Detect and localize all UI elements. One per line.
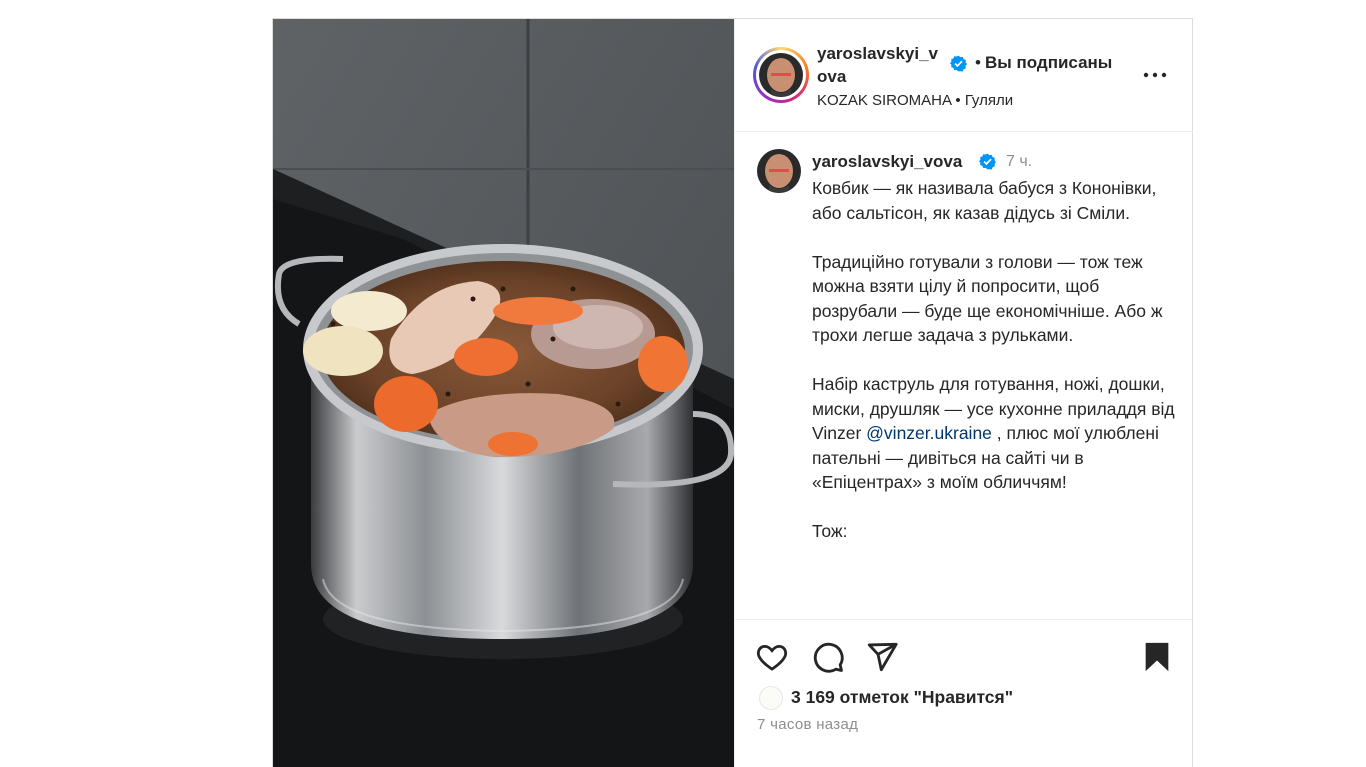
header-avatar [759,53,803,97]
following-status[interactable]: • Вы подписаны [975,53,1112,73]
audio-subtitle[interactable]: KOZAK SIROMAHA • Гуляли [817,92,1013,109]
post-sidebar: yaroslavskyi_vova • Вы подписаны KOZAK SI… [734,19,1194,767]
caption-text: Ковбик — як називала бабуся з Кононівки,… [812,176,1182,568]
caption-paragraph: Тож: [812,521,848,541]
instagram-post: yaroslavskyi_vova • Вы подписаны KOZAK SI… [272,18,1194,767]
liker-avatar [759,686,783,710]
separator-dot: • [975,53,981,72]
verified-badge-icon [979,153,996,170]
profile-photo-icon [759,53,803,97]
verified-badge-icon [950,55,967,72]
header-username[interactable]: yaroslavskyi_vova [817,42,947,88]
caption-section: yaroslavskyi_vova 7 ч. Ковбик — як назив… [735,132,1194,619]
story-ring[interactable] [753,47,809,103]
more-options-icon[interactable] [1143,71,1167,79]
likes-count[interactable]: 3 169 отметок "Нравится" [791,687,1013,708]
bookmark-icon[interactable] [1140,640,1174,674]
paper-plane-icon[interactable] [865,640,899,674]
following-label: Вы подписаны [984,53,1113,72]
action-bar: 3 169 отметок "Нравится" 7 часов назад [735,619,1194,767]
mention-link[interactable]: @vinzer.ukraine [866,423,992,443]
post-header: yaroslavskyi_vova • Вы подписаны KOZAK SI… [735,19,1193,132]
caption-time[interactable]: 7 ч. [1006,153,1032,171]
cooking-pot-photo [273,19,734,767]
audio-artist: KOZAK SIROMAHA [817,92,952,109]
caption-paragraph: Набір каструль для готування, ножі, дошк… [812,374,1175,492]
caption-paragraph: Традиційно готували з голови — тож теж м… [812,251,1163,346]
comment-icon[interactable] [811,640,845,674]
caption-paragraph: Ковбик — як називала бабуся з Кононівки,… [812,178,1157,223]
profile-photo-icon [757,149,801,193]
caption-avatar[interactable] [757,149,801,193]
post-timestamp[interactable]: 7 часов назад [757,716,858,733]
caption-username[interactable]: yaroslavskyi_vova [812,152,962,172]
audio-song: Гуляли [964,92,1014,109]
heart-icon[interactable] [755,640,789,674]
post-image[interactable] [273,19,734,767]
